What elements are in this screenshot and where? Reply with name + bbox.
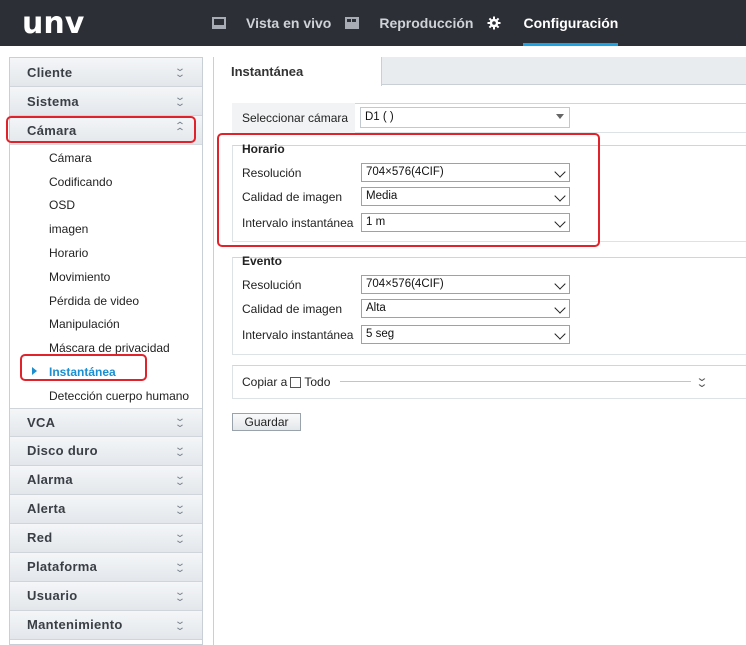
sidebar-section-label: Cliente xyxy=(27,64,73,80)
sidebar-item-label: Movimiento xyxy=(49,269,111,284)
sidebar-section-label: Red xyxy=(27,530,53,546)
sidebar-item-label: Detección cuerpo humano xyxy=(49,388,190,403)
chevron-down-icon: ⌄ ⌄ xyxy=(174,615,186,633)
copy-all-label: Todo xyxy=(304,375,331,389)
playback-icon xyxy=(345,17,360,29)
camera-select-label: Seleccionar cámara xyxy=(242,111,349,125)
nav-playback-label: Reproducción xyxy=(379,15,474,31)
monitor-icon xyxy=(212,17,226,29)
sidebar-item-horario[interactable]: Horario xyxy=(10,241,202,265)
highlight-horario-group xyxy=(217,133,600,247)
sidebar-section-alarma[interactable]: Alarma ⌄ ⌄ xyxy=(10,465,202,495)
chevron-down-icon: ⌄ ⌄ xyxy=(174,557,186,575)
copy-divider xyxy=(340,381,691,382)
chevron-down-icon xyxy=(555,328,565,338)
dropdown-arrow-icon xyxy=(555,110,565,120)
evento-title: Evento xyxy=(242,254,283,268)
evento-interval-label: Intervalo instantánea xyxy=(242,328,354,342)
evento-interval-select[interactable]: 5 seg xyxy=(361,325,570,344)
sidebar-item-deteccion-cuerpo[interactable]: Detección cuerpo humano xyxy=(10,384,202,408)
sidebar-section-disco-duro[interactable]: Disco duro ⌄ ⌄ xyxy=(10,436,202,466)
sidebar-section-plataforma[interactable]: Plataforma ⌄ ⌄ xyxy=(10,552,202,582)
chevron-down-icon: ⌄ ⌄ xyxy=(174,499,186,517)
sidebar-item-label: Manipulación xyxy=(49,317,120,332)
evento-quality-select[interactable]: Alta xyxy=(361,299,570,318)
nav-playback[interactable]: Reproducción xyxy=(345,0,473,46)
evento-resolution-select[interactable]: 704×576(4CIF) xyxy=(361,275,570,294)
sidebar-section-vca[interactable]: VCA ⌄ ⌄ xyxy=(10,407,202,437)
chevron-down-icon: ⌄ ⌄ xyxy=(174,528,186,546)
chevron-down-icon: ⌄ ⌄ xyxy=(174,441,186,459)
evento-resolution-row: Resolución xyxy=(242,278,301,292)
save-button[interactable]: Guardar xyxy=(232,413,301,431)
sidebar-item-label: Cámara xyxy=(49,150,92,165)
evento-interval-value: 5 seg xyxy=(366,328,395,340)
sidebar-item-label: Codificando xyxy=(49,174,113,189)
gear-icon xyxy=(487,16,501,30)
evento-resolution-value: 704×576(4CIF) xyxy=(366,278,444,290)
nav-configuration-label: Configuración xyxy=(523,15,619,31)
brand-logo: unv xyxy=(22,6,85,41)
chevron-down-icon: ⌄ ⌄ xyxy=(174,92,186,109)
top-bar: unv Vista en vivo Reproducción Configura… xyxy=(0,0,746,46)
sidebar-item-osd[interactable]: OSD xyxy=(10,194,202,218)
sidebar-item-label: Pérdida de video xyxy=(49,293,140,308)
sidebar-section-mantenimiento[interactable]: Mantenimiento ⌄ ⌄ xyxy=(10,610,202,640)
sidebar-section-usuario[interactable]: Usuario ⌄ ⌄ xyxy=(10,581,202,611)
nav-live-view-label: Vista en vivo xyxy=(246,15,332,31)
nav-configuration[interactable]: Configuración xyxy=(487,0,618,46)
evento-interval-row: Intervalo instantánea xyxy=(242,328,353,342)
sidebar-section-label: Plataforma xyxy=(27,559,98,575)
sidebar-section-label: Sistema xyxy=(27,93,79,109)
sidebar-item-codificando[interactable]: Codificando xyxy=(10,170,202,194)
sidebar-section-label: Disco duro xyxy=(27,443,98,459)
evento-quality-value: Alta xyxy=(366,302,386,314)
sidebar-item-movimiento[interactable]: Movimiento xyxy=(10,265,202,289)
chevron-down-icon: ⌄ ⌄ xyxy=(174,413,186,431)
evento-quality-row: Calidad de imagen xyxy=(242,302,342,316)
sidebar-section-label: VCA xyxy=(27,414,56,430)
sidebar: Cliente ⌄ ⌄ Sistema ⌄ ⌄ Cámara ⌃ ⌃ Cámara C… xyxy=(9,57,203,645)
evento-quality-label: Calidad de imagen xyxy=(242,302,343,316)
evento-resolution-label: Resolución xyxy=(242,278,302,292)
sidebar-section-cliente[interactable]: Cliente ⌄ ⌄ xyxy=(10,58,202,87)
chevron-down-icon: ⌄ ⌄ xyxy=(174,586,186,604)
sidebar-item-manipulacion[interactable]: Manipulación xyxy=(10,313,202,337)
highlight-camara-section xyxy=(6,116,196,143)
sidebar-item-label: Horario xyxy=(49,246,89,261)
camera-select[interactable]: D1 ( ) xyxy=(360,107,570,128)
tab-instantanea[interactable]: Instantánea xyxy=(214,57,382,86)
sidebar-item-perdida-video[interactable]: Pérdida de video xyxy=(10,289,202,313)
camera-label-row: Seleccionar cámara xyxy=(242,111,348,125)
sidebar-section-alerta[interactable]: Alerta ⌄ ⌄ xyxy=(10,494,202,524)
sidebar-section-sistema[interactable]: Sistema ⌄ ⌄ xyxy=(10,87,202,116)
sidebar-item-label: imagen xyxy=(49,222,89,237)
sidebar-item-label: OSD xyxy=(49,198,76,213)
highlight-instantanea-item xyxy=(20,354,147,381)
sidebar-section-label: Alarma xyxy=(27,472,73,488)
sidebar-section-red[interactable]: Red ⌄ ⌄ xyxy=(10,523,202,553)
copy-to-row: Copiar a Todo xyxy=(242,375,330,389)
top-nav: Vista en vivo Reproducción Configuración xyxy=(212,0,632,46)
chevron-down-icon: ⌄ ⌄ xyxy=(174,470,186,488)
sidebar-section-label: Alerta xyxy=(27,501,66,517)
chevron-down-icon: ⌄ ⌄ xyxy=(174,63,186,80)
chevron-down-icon xyxy=(555,278,565,288)
nav-live-view[interactable]: Vista en vivo xyxy=(212,0,331,46)
copy-all-checkbox[interactable] xyxy=(290,376,302,388)
chevron-down-icon xyxy=(555,302,565,312)
copy-to-label: Copiar a xyxy=(242,375,288,389)
sidebar-item-camara[interactable]: Cámara xyxy=(10,146,202,170)
sidebar-item-imagen[interactable]: imagen xyxy=(10,217,202,241)
camera-select-value: D1 ( ) xyxy=(365,111,394,123)
sidebar-section-label: Usuario xyxy=(27,588,78,604)
expand-chevron-icon[interactable]: ⌄ ⌄ xyxy=(694,373,711,390)
sidebar-section-label: Mantenimiento xyxy=(27,617,123,633)
